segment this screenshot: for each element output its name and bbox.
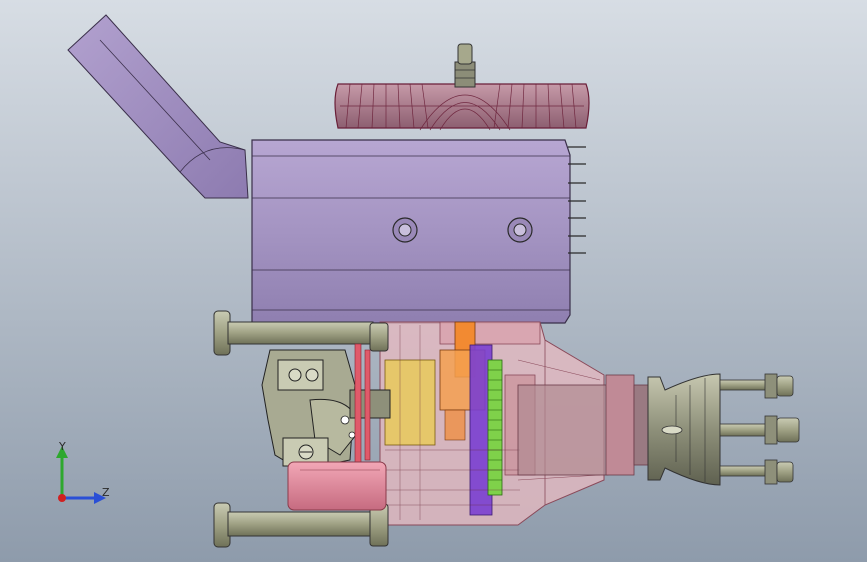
cad-viewport[interactable]: Y Z [0, 0, 867, 562]
fuel-canister[interactable] [287, 461, 387, 511]
engine-model-scene[interactable] [0, 0, 867, 562]
coordinate-triad-icon: Y Z [56, 440, 110, 504]
bearing-block [384, 359, 436, 446]
z-axis-label: Z [102, 486, 110, 499]
y-axis-label: Y [58, 440, 66, 453]
cylinder-block[interactable] [251, 139, 586, 324]
origin-dot [58, 494, 66, 502]
